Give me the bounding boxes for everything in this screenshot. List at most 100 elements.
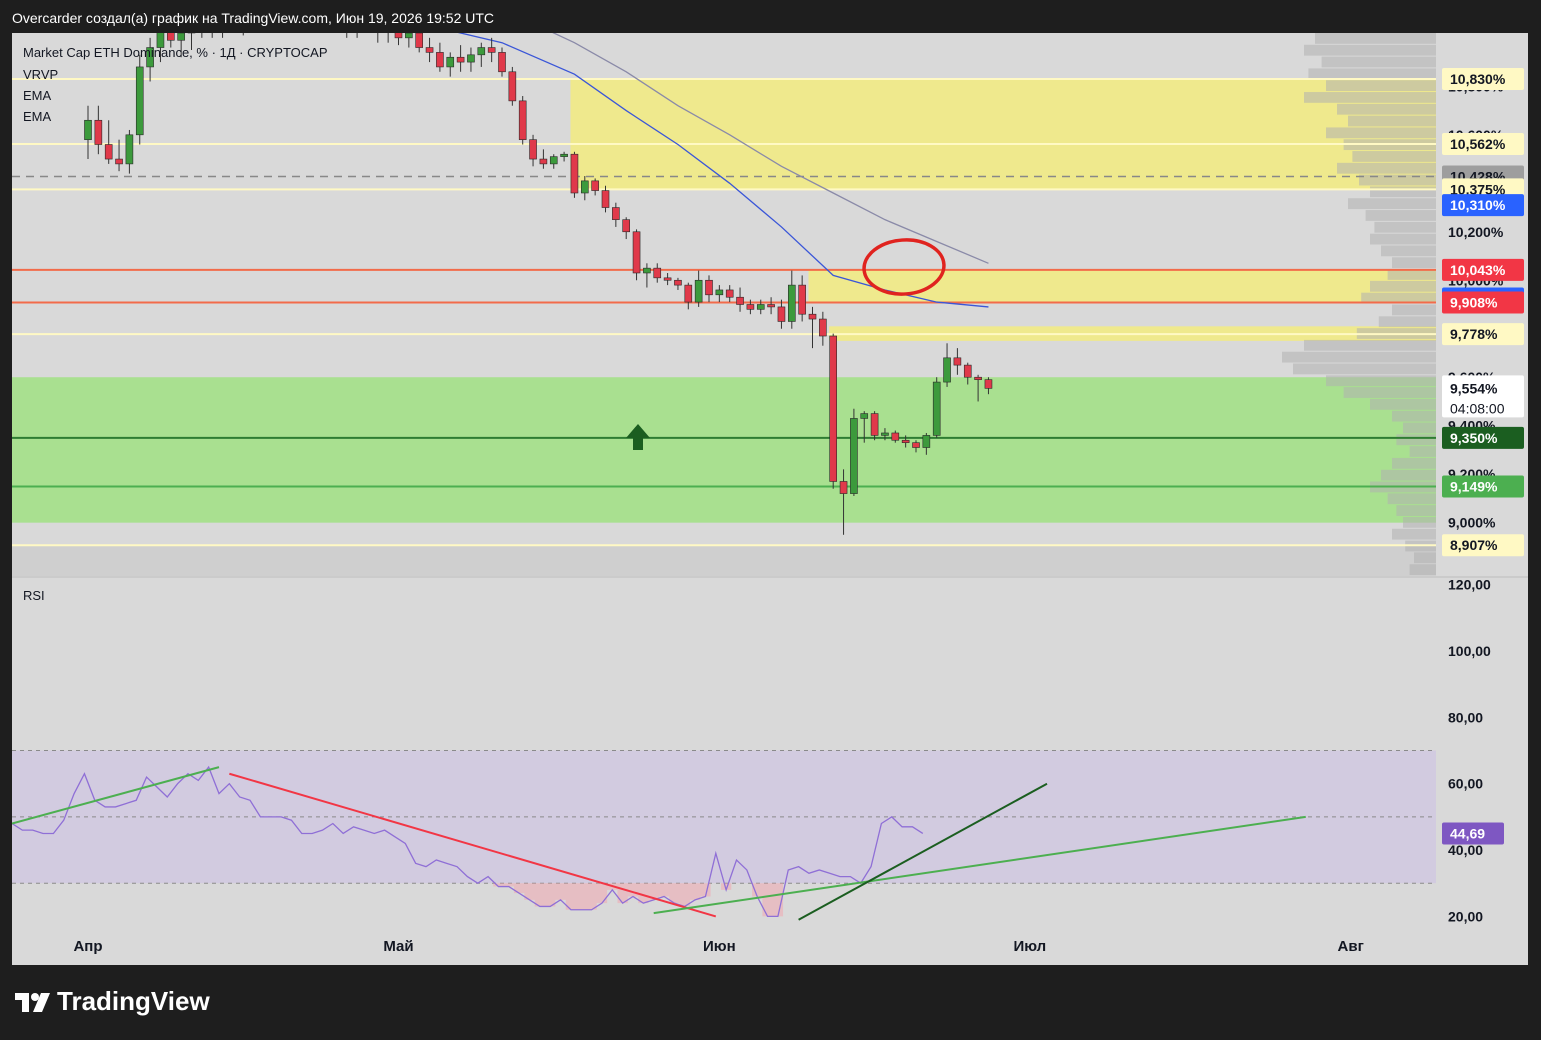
volume-profile-bar (1370, 233, 1436, 245)
candle-body (684, 284, 693, 303)
candle-body (798, 284, 806, 315)
candle-body (891, 432, 900, 441)
candle-body (570, 153, 579, 194)
zone-green-3 (12, 377, 1436, 523)
candle-body (839, 481, 848, 494)
rsi-axis-tick: 80,00 (1448, 709, 1483, 725)
rsi-axis-tick: 60,00 (1448, 776, 1483, 792)
volume-profile-bar (1365, 210, 1436, 221)
candle-body (860, 413, 869, 419)
candle-body (601, 190, 610, 208)
volume-profile-bar (1396, 434, 1436, 446)
volume-profile-bar (1337, 103, 1436, 115)
candle-body (663, 277, 672, 281)
candle-body (591, 180, 599, 191)
candle-body (135, 66, 144, 136)
time-axis-label: Июн (703, 938, 736, 955)
volume-profile-bar (1370, 280, 1436, 292)
candle-body (529, 139, 537, 160)
tradingview-logo-text: TradingView (57, 986, 210, 1016)
candle-body (901, 439, 910, 443)
candle-body (425, 47, 434, 53)
candle-body (787, 284, 796, 322)
candle-body (870, 413, 879, 436)
volume-profile-bar (1414, 552, 1436, 564)
candle-body (674, 279, 682, 286)
indicator-ema-legend[interactable]: EMA (23, 88, 51, 103)
price-label: 9,554% (1450, 380, 1498, 396)
volume-profile-bar (1392, 410, 1436, 422)
candle-body (549, 156, 558, 165)
volume-profile-bar (1326, 80, 1436, 92)
volume-profile-bar (1293, 363, 1436, 375)
price-label: 10,043% (1450, 262, 1506, 278)
volume-profile-bar (1370, 186, 1436, 198)
candle-body (467, 54, 475, 63)
candle-body (746, 304, 755, 310)
candle-body (953, 357, 962, 366)
volume-profile-bar (1392, 528, 1436, 540)
candle-body (405, 33, 413, 39)
candle-body (705, 279, 713, 296)
tradingview-logo-icon (15, 992, 50, 1012)
candle-body (84, 119, 92, 140)
time-axis-label: Июл (1013, 938, 1046, 955)
candle-body (508, 71, 517, 102)
candle-body (94, 119, 103, 145)
countdown-label: 04:08:00 (1450, 400, 1505, 416)
candle-body (943, 357, 951, 383)
tradingview-logo[interactable]: TradingView (15, 986, 210, 1017)
volume-profile-bar (1352, 151, 1436, 162)
candle-body (850, 418, 858, 494)
volume-profile-bar (1282, 351, 1436, 363)
price-label: 9,908% (1450, 295, 1498, 311)
volume-profile-bar (1304, 339, 1436, 351)
volume-profile-bar (1387, 493, 1436, 505)
rsi-legend[interactable]: RSI (23, 588, 45, 603)
chart-canvas[interactable]: АпрМайИюнИюлАвг9,000%9,200%9,400%9,600%9… (12, 33, 1528, 965)
rsi-axis-tick: 20,00 (1448, 908, 1483, 924)
candle-body (808, 313, 817, 320)
time-axis-label: Май (383, 938, 413, 955)
candle-body (756, 304, 765, 310)
candle-body (984, 379, 993, 389)
lower-band (12, 545, 1436, 576)
candle-body (974, 376, 982, 380)
volume-profile-bar (1304, 44, 1436, 56)
candle-body (715, 289, 724, 296)
candle-body (104, 144, 113, 160)
volume-profile-bar (1392, 304, 1436, 316)
chart-frame[interactable]: АпрМайИюнИюлАвг9,000%9,200%9,400%9,600%9… (12, 33, 1528, 965)
candle-body (167, 33, 175, 41)
candle-body (446, 56, 455, 68)
price-label: 9,350% (1450, 430, 1498, 446)
indicator-ema-legend-2[interactable]: EMA (23, 109, 51, 124)
symbol-legend[interactable]: Market Cap ETH Dominance, % · 1Д · CRYPT… (23, 45, 328, 60)
volume-profile-bar (1370, 398, 1436, 410)
volume-profile-bar (1392, 457, 1436, 469)
volume-profile-bar (1381, 245, 1436, 257)
candle-body (653, 267, 662, 279)
volume-profile-bar (1409, 564, 1436, 575)
volume-profile-bar (1348, 115, 1436, 127)
volume-profile-bar (1326, 127, 1436, 139)
price-label: 8,907% (1450, 537, 1498, 553)
time-axis-label: Апр (73, 938, 102, 955)
candle-body (436, 52, 444, 68)
candle-body (632, 231, 641, 274)
candle-body (643, 267, 651, 274)
indicator-vrvp-legend[interactable]: VRVP (23, 67, 58, 82)
volume-profile-bar (1321, 56, 1436, 68)
candle-body (767, 304, 775, 308)
price-label: 10,562% (1450, 136, 1506, 152)
volume-profile-bar (1348, 198, 1436, 210)
candle-body (518, 100, 527, 140)
price-label: 9,778% (1450, 326, 1498, 342)
volume-profile-bar (1392, 257, 1436, 269)
volume-profile-bar (1326, 375, 1436, 387)
volume-profile-bar (1403, 422, 1436, 434)
volume-profile-bar (1315, 33, 1436, 44)
price-axis-tick: 9,000% (1448, 515, 1496, 531)
candle-body (881, 432, 889, 436)
candle-body (125, 134, 134, 165)
